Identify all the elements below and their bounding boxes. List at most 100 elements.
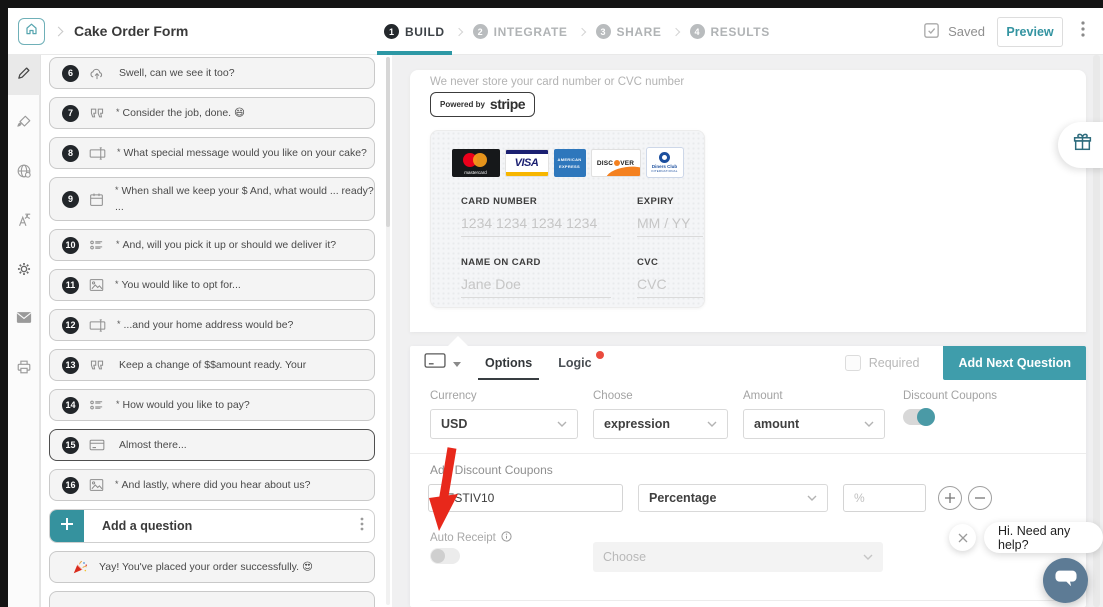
amount-select[interactable]: amount bbox=[743, 409, 885, 439]
mastercard-logo: mastercard bbox=[452, 149, 500, 177]
coupon-type-select[interactable]: Percentage bbox=[638, 484, 828, 512]
sidebar-item-pen[interactable] bbox=[8, 55, 40, 95]
logic-alert-dot bbox=[596, 351, 604, 359]
name-on-card-field[interactable]: Jane Doe bbox=[461, 276, 611, 298]
rewards-tab[interactable] bbox=[1058, 122, 1103, 168]
stripe-logo: stripe bbox=[490, 96, 525, 112]
required-checkbox[interactable] bbox=[845, 355, 861, 371]
tab-integrate[interactable]: 2 INTEGRATE bbox=[473, 8, 568, 55]
currency-select[interactable]: USD bbox=[430, 409, 578, 439]
preview-button[interactable]: Preview bbox=[997, 17, 1063, 47]
question-item-8[interactable]: 8*What special message would you like on… bbox=[49, 137, 375, 169]
question-type-dropdown[interactable] bbox=[424, 352, 461, 374]
question-text: Keep a change of $$amount ready. Your bbox=[119, 359, 306, 372]
auto-receipt-toggle[interactable] bbox=[430, 548, 460, 564]
expression-select[interactable]: expression bbox=[593, 409, 728, 439]
list-icon bbox=[89, 239, 105, 251]
globe-icon bbox=[16, 163, 32, 184]
ending-message-row[interactable]: Yay! You've placed your order successful… bbox=[49, 551, 375, 583]
list-icon bbox=[89, 399, 105, 411]
sidebar-item-gear[interactable] bbox=[8, 251, 40, 291]
sidebar-item-printer[interactable] bbox=[8, 349, 40, 389]
chevron-down-icon bbox=[707, 421, 717, 427]
question-number: 10 bbox=[62, 237, 79, 254]
header-kebab-menu-icon[interactable] bbox=[1075, 17, 1091, 46]
add-next-question-button[interactable]: Add Next Question bbox=[943, 346, 1086, 380]
printer-icon bbox=[16, 359, 32, 380]
add-question-row[interactable]: Add a question bbox=[49, 509, 375, 543]
tab-results[interactable]: 4 RESULTS bbox=[690, 8, 770, 55]
add-question-kebab-icon[interactable] bbox=[360, 517, 364, 536]
quotes-icon bbox=[89, 359, 105, 371]
question-number: 13 bbox=[62, 357, 79, 374]
coupon-row: Percentage bbox=[428, 484, 992, 512]
caret-down-icon bbox=[453, 354, 461, 372]
gift-icon bbox=[1072, 132, 1093, 158]
remove-coupon-button[interactable] bbox=[968, 486, 992, 510]
name-on-card-label: NAME ON CARD bbox=[461, 257, 611, 268]
add-coupon-button[interactable] bbox=[938, 486, 962, 510]
question-item-partial[interactable] bbox=[49, 591, 375, 607]
amount-label: Amount bbox=[743, 390, 885, 402]
top-header: Cake Order Form 1 BUILD 2 INTEGRATE 3 SH… bbox=[8, 8, 1103, 55]
saved-label: Saved bbox=[948, 24, 985, 39]
expiry-field[interactable]: MM / YY bbox=[637, 215, 703, 237]
credit-card-icon bbox=[89, 439, 105, 451]
question-text: And lastly, where did you hear about us? bbox=[122, 479, 311, 492]
card-disclaimer: We never store your card number or CVC n… bbox=[430, 76, 684, 88]
question-item-11[interactable]: 11*You would like to opt for... bbox=[49, 269, 375, 301]
visa-logo: VISA bbox=[505, 149, 549, 177]
sidebar-item-brush[interactable] bbox=[8, 104, 40, 144]
coupon-amount-input[interactable] bbox=[843, 484, 926, 512]
sidebar-item-mail[interactable] bbox=[8, 300, 40, 340]
diners-club-logo: Diners Club INTERNATIONAL bbox=[646, 147, 684, 178]
question-item-14[interactable]: 14*How would you like to pay? bbox=[49, 389, 375, 421]
chevron-right-icon bbox=[454, 27, 462, 35]
card-number-field[interactable]: 1234 1234 1234 1234 bbox=[461, 215, 611, 237]
powered-by-stripe-badge: Powered by stripe bbox=[430, 92, 535, 117]
question-item-10[interactable]: 10*And, will you pick it up or should we… bbox=[49, 229, 375, 261]
question-item-13[interactable]: 13 Keep a change of $$amount ready. Your bbox=[49, 349, 375, 381]
discount-coupons-label: Discount Coupons bbox=[903, 390, 997, 402]
required-asterisk: * bbox=[117, 319, 121, 329]
tab-options[interactable]: Options bbox=[485, 346, 532, 380]
question-item-15[interactable]: 15Almost there... bbox=[49, 429, 375, 461]
discount-coupons-toggle[interactable] bbox=[903, 409, 933, 425]
panel-notch bbox=[448, 336, 468, 346]
sidebar-item-globe[interactable] bbox=[8, 153, 40, 193]
credit-card-icon bbox=[424, 352, 447, 374]
chat-greeting-bubble[interactable]: Hi. Need any help? bbox=[984, 522, 1103, 553]
icon-sidebar bbox=[8, 55, 40, 607]
tab-build[interactable]: 1 BUILD bbox=[384, 8, 445, 55]
home-icon bbox=[24, 21, 39, 41]
question-text: Almost there... bbox=[119, 439, 187, 452]
question-text: You would like to opt for... bbox=[122, 279, 241, 292]
question-number: 8 bbox=[62, 145, 79, 162]
cvc-label: CVC bbox=[637, 257, 703, 268]
cvc-field[interactable]: CVC bbox=[637, 276, 703, 298]
party-popper-icon bbox=[72, 559, 88, 575]
tab-logic[interactable]: Logic bbox=[558, 346, 591, 380]
question-item-7[interactable]: 7*Consider the job, done. 😄 bbox=[49, 97, 375, 129]
question-number: 16 bbox=[62, 477, 79, 494]
question-scrollbar[interactable] bbox=[386, 57, 390, 227]
question-number: 6 bbox=[62, 65, 79, 82]
receipt-choose-select[interactable]: Choose bbox=[593, 542, 883, 572]
question-item-6[interactable]: 6Swell, can we see it too? bbox=[49, 57, 375, 89]
image-icon bbox=[89, 278, 104, 292]
chevron-right-icon bbox=[577, 27, 585, 35]
home-button[interactable] bbox=[18, 18, 45, 45]
coupon-code-input[interactable] bbox=[428, 484, 623, 512]
sidebar-item-translate[interactable] bbox=[8, 202, 40, 242]
question-text: How would you like to pay? bbox=[123, 399, 250, 412]
text-input-icon bbox=[89, 147, 106, 160]
add-question-button[interactable] bbox=[50, 509, 84, 543]
info-icon[interactable] bbox=[501, 531, 512, 545]
question-item-9[interactable]: 9*When shall we keep your $ And, what wo… bbox=[49, 177, 375, 221]
chat-dismiss-button[interactable] bbox=[949, 524, 976, 551]
required-asterisk: * bbox=[117, 147, 121, 157]
chat-launcher-button[interactable] bbox=[1043, 558, 1088, 603]
tab-share[interactable]: 3 SHARE bbox=[596, 8, 662, 55]
question-item-16[interactable]: 16*And lastly, where did you hear about … bbox=[49, 469, 375, 501]
question-item-12[interactable]: 12*...and your home address would be? bbox=[49, 309, 375, 341]
